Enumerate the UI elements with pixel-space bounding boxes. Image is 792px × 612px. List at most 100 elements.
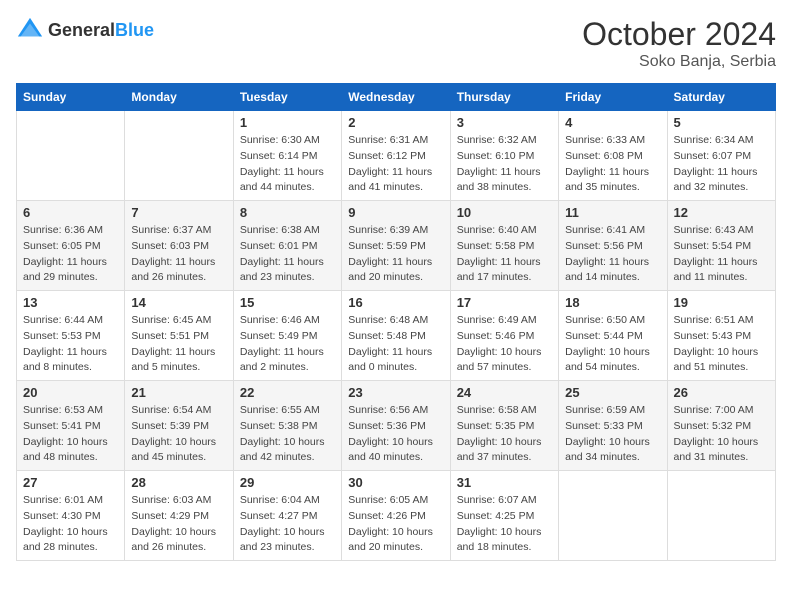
day-number: 21 bbox=[131, 385, 226, 400]
calendar-cell: 23 Sunrise: 6:56 AMSunset: 5:36 PMDayligh… bbox=[342, 381, 450, 471]
day-info: Sunrise: 6:36 AMSunset: 6:05 PMDaylight:… bbox=[23, 223, 118, 286]
weekday-header-sunday: Sunday bbox=[17, 84, 125, 111]
day-number: 12 bbox=[674, 205, 769, 220]
day-info: Sunrise: 6:37 AMSunset: 6:03 PMDaylight:… bbox=[131, 223, 226, 286]
calendar-cell: 29 Sunrise: 6:04 AMSunset: 4:27 PMDayligh… bbox=[233, 471, 341, 561]
day-info: Sunrise: 6:46 AMSunset: 5:49 PMDaylight:… bbox=[240, 313, 335, 376]
weekday-header-friday: Friday bbox=[559, 84, 667, 111]
calendar-cell: 6 Sunrise: 6:36 AMSunset: 6:05 PMDaylight… bbox=[17, 201, 125, 291]
calendar-cell: 15 Sunrise: 6:46 AMSunset: 5:49 PMDayligh… bbox=[233, 291, 341, 381]
day-info: Sunrise: 6:41 AMSunset: 5:56 PMDaylight:… bbox=[565, 223, 660, 286]
calendar-table: SundayMondayTuesdayWednesdayThursdayFrid… bbox=[16, 83, 776, 561]
calendar-cell: 1Sunrise: 6:30 AMSunset: 6:14 PMDaylight… bbox=[233, 111, 341, 201]
day-number: 23 bbox=[348, 385, 443, 400]
calendar-cell: 4Sunrise: 6:33 AMSunset: 6:08 PMDaylight… bbox=[559, 111, 667, 201]
day-info: Sunrise: 6:34 AMSunset: 6:07 PMDaylight:… bbox=[674, 133, 769, 196]
calendar-cell: 25 Sunrise: 6:59 AMSunset: 5:33 PMDayligh… bbox=[559, 381, 667, 471]
day-number: 10 bbox=[457, 205, 552, 220]
day-info: Sunrise: 6:04 AMSunset: 4:27 PMDaylight:… bbox=[240, 493, 335, 556]
day-info: Sunrise: 6:50 AMSunset: 5:44 PMDaylight:… bbox=[565, 313, 660, 376]
day-info: Sunrise: 6:43 AMSunset: 5:54 PMDaylight:… bbox=[674, 223, 769, 286]
day-info: Sunrise: 6:44 AMSunset: 5:53 PMDaylight:… bbox=[23, 313, 118, 376]
day-info: Sunrise: 6:59 AMSunset: 5:33 PMDaylight:… bbox=[565, 403, 660, 466]
calendar-week-1: 1Sunrise: 6:30 AMSunset: 6:14 PMDaylight… bbox=[17, 111, 776, 201]
day-number: 11 bbox=[565, 205, 660, 220]
day-number: 7 bbox=[131, 205, 226, 220]
calendar-cell: 26 Sunrise: 7:00 AMSunset: 5:32 PMDayligh… bbox=[667, 381, 775, 471]
calendar-cell bbox=[17, 111, 125, 201]
day-info: Sunrise: 6:49 AMSunset: 5:46 PMDaylight:… bbox=[457, 313, 552, 376]
day-number: 22 bbox=[240, 385, 335, 400]
day-number: 14 bbox=[131, 295, 226, 310]
day-number: 13 bbox=[23, 295, 118, 310]
location-title: Soko Banja, Serbia bbox=[582, 53, 776, 71]
calendar-cell: 13 Sunrise: 6:44 AMSunset: 5:53 PMDayligh… bbox=[17, 291, 125, 381]
calendar-cell: 10 Sunrise: 6:40 AMSunset: 5:58 PMDayligh… bbox=[450, 201, 558, 291]
calendar-cell: 28Sunrise: 6:03 AMSunset: 4:29 PMDayligh… bbox=[125, 471, 233, 561]
day-info: Sunrise: 6:53 AMSunset: 5:41 PMDaylight:… bbox=[23, 403, 118, 466]
calendar-week-5: 27 Sunrise: 6:01 AMSunset: 4:30 PMDayligh… bbox=[17, 471, 776, 561]
calendar-cell: 30 Sunrise: 6:05 AMSunset: 4:26 PMDayligh… bbox=[342, 471, 450, 561]
calendar-cell: 24 Sunrise: 6:58 AMSunset: 5:35 PMDayligh… bbox=[450, 381, 558, 471]
day-number: 16 bbox=[348, 295, 443, 310]
day-info: Sunrise: 7:00 AMSunset: 5:32 PMDaylight:… bbox=[674, 403, 769, 466]
day-number: 18 bbox=[565, 295, 660, 310]
day-info: Sunrise: 6:32 AMSunset: 6:10 PMDaylight:… bbox=[457, 133, 552, 196]
logo-icon bbox=[16, 16, 44, 44]
day-info: Sunrise: 6:48 AMSunset: 5:48 PMDaylight:… bbox=[348, 313, 443, 376]
day-number: 26 bbox=[674, 385, 769, 400]
day-number: 25 bbox=[565, 385, 660, 400]
calendar-cell: 16 Sunrise: 6:48 AMSunset: 5:48 PMDayligh… bbox=[342, 291, 450, 381]
calendar-cell: 31 Sunrise: 6:07 AMSunset: 4:25 PMDayligh… bbox=[450, 471, 558, 561]
calendar-cell: 20 Sunrise: 6:53 AMSunset: 5:41 PMDayligh… bbox=[17, 381, 125, 471]
weekday-header-monday: Monday bbox=[125, 84, 233, 111]
day-info: Sunrise: 6:05 AMSunset: 4:26 PMDaylight:… bbox=[348, 493, 443, 556]
day-info: Sunrise: 6:03 AMSunset: 4:29 PMDaylight:… bbox=[131, 493, 226, 556]
day-number: 9 bbox=[348, 205, 443, 220]
title-block: October 2024 Soko Banja, Serbia bbox=[582, 16, 776, 71]
day-info: Sunrise: 6:56 AMSunset: 5:36 PMDaylight:… bbox=[348, 403, 443, 466]
day-number: 1 bbox=[240, 115, 335, 130]
day-number: 29 bbox=[240, 475, 335, 490]
calendar-cell: 11 Sunrise: 6:41 AMSunset: 5:56 PMDayligh… bbox=[559, 201, 667, 291]
day-number: 6 bbox=[23, 205, 118, 220]
calendar-cell: 22 Sunrise: 6:55 AMSunset: 5:38 PMDayligh… bbox=[233, 381, 341, 471]
day-info: Sunrise: 6:01 AMSunset: 4:30 PMDaylight:… bbox=[23, 493, 118, 556]
month-title: October 2024 bbox=[582, 16, 776, 53]
day-number: 24 bbox=[457, 385, 552, 400]
day-info: Sunrise: 6:40 AMSunset: 5:58 PMDaylight:… bbox=[457, 223, 552, 286]
weekday-header-saturday: Saturday bbox=[667, 84, 775, 111]
calendar-cell: 18 Sunrise: 6:50 AMSunset: 5:44 PMDayligh… bbox=[559, 291, 667, 381]
day-number: 27 bbox=[23, 475, 118, 490]
day-info: Sunrise: 6:45 AMSunset: 5:51 PMDaylight:… bbox=[131, 313, 226, 376]
calendar-cell bbox=[559, 471, 667, 561]
day-info: Sunrise: 6:07 AMSunset: 4:25 PMDaylight:… bbox=[457, 493, 552, 556]
day-info: Sunrise: 6:51 AMSunset: 5:43 PMDaylight:… bbox=[674, 313, 769, 376]
calendar-cell: 3 Sunrise: 6:32 AMSunset: 6:10 PMDaylight… bbox=[450, 111, 558, 201]
day-info: Sunrise: 6:31 AMSunset: 6:12 PMDaylight:… bbox=[348, 133, 443, 196]
day-info: Sunrise: 6:58 AMSunset: 5:35 PMDaylight:… bbox=[457, 403, 552, 466]
calendar-week-3: 13 Sunrise: 6:44 AMSunset: 5:53 PMDayligh… bbox=[17, 291, 776, 381]
calendar-cell: 7 Sunrise: 6:37 AMSunset: 6:03 PMDaylight… bbox=[125, 201, 233, 291]
weekday-header-tuesday: Tuesday bbox=[233, 84, 341, 111]
day-number: 4 bbox=[565, 115, 660, 130]
day-number: 30 bbox=[348, 475, 443, 490]
calendar-week-2: 6 Sunrise: 6:36 AMSunset: 6:05 PMDaylight… bbox=[17, 201, 776, 291]
day-number: 3 bbox=[457, 115, 552, 130]
calendar-cell: 2Sunrise: 6:31 AMSunset: 6:12 PMDaylight… bbox=[342, 111, 450, 201]
day-info: Sunrise: 6:55 AMSunset: 5:38 PMDaylight:… bbox=[240, 403, 335, 466]
calendar-cell: 8Sunrise: 6:38 AMSunset: 6:01 PMDaylight… bbox=[233, 201, 341, 291]
calendar-cell: 17Sunrise: 6:49 AMSunset: 5:46 PMDayligh… bbox=[450, 291, 558, 381]
day-number: 15 bbox=[240, 295, 335, 310]
calendar-cell: 9Sunrise: 6:39 AMSunset: 5:59 PMDaylight… bbox=[342, 201, 450, 291]
day-number: 31 bbox=[457, 475, 552, 490]
weekday-header-row: SundayMondayTuesdayWednesdayThursdayFrid… bbox=[17, 84, 776, 111]
logo-text: GeneralBlue bbox=[48, 20, 154, 41]
calendar-cell: 5Sunrise: 6:34 AMSunset: 6:07 PMDaylight… bbox=[667, 111, 775, 201]
logo-blue: Blue bbox=[115, 20, 154, 40]
day-info: Sunrise: 6:38 AMSunset: 6:01 PMDaylight:… bbox=[240, 223, 335, 286]
calendar-cell: 27 Sunrise: 6:01 AMSunset: 4:30 PMDayligh… bbox=[17, 471, 125, 561]
calendar-cell bbox=[125, 111, 233, 201]
day-number: 20 bbox=[23, 385, 118, 400]
day-info: Sunrise: 6:54 AMSunset: 5:39 PMDaylight:… bbox=[131, 403, 226, 466]
